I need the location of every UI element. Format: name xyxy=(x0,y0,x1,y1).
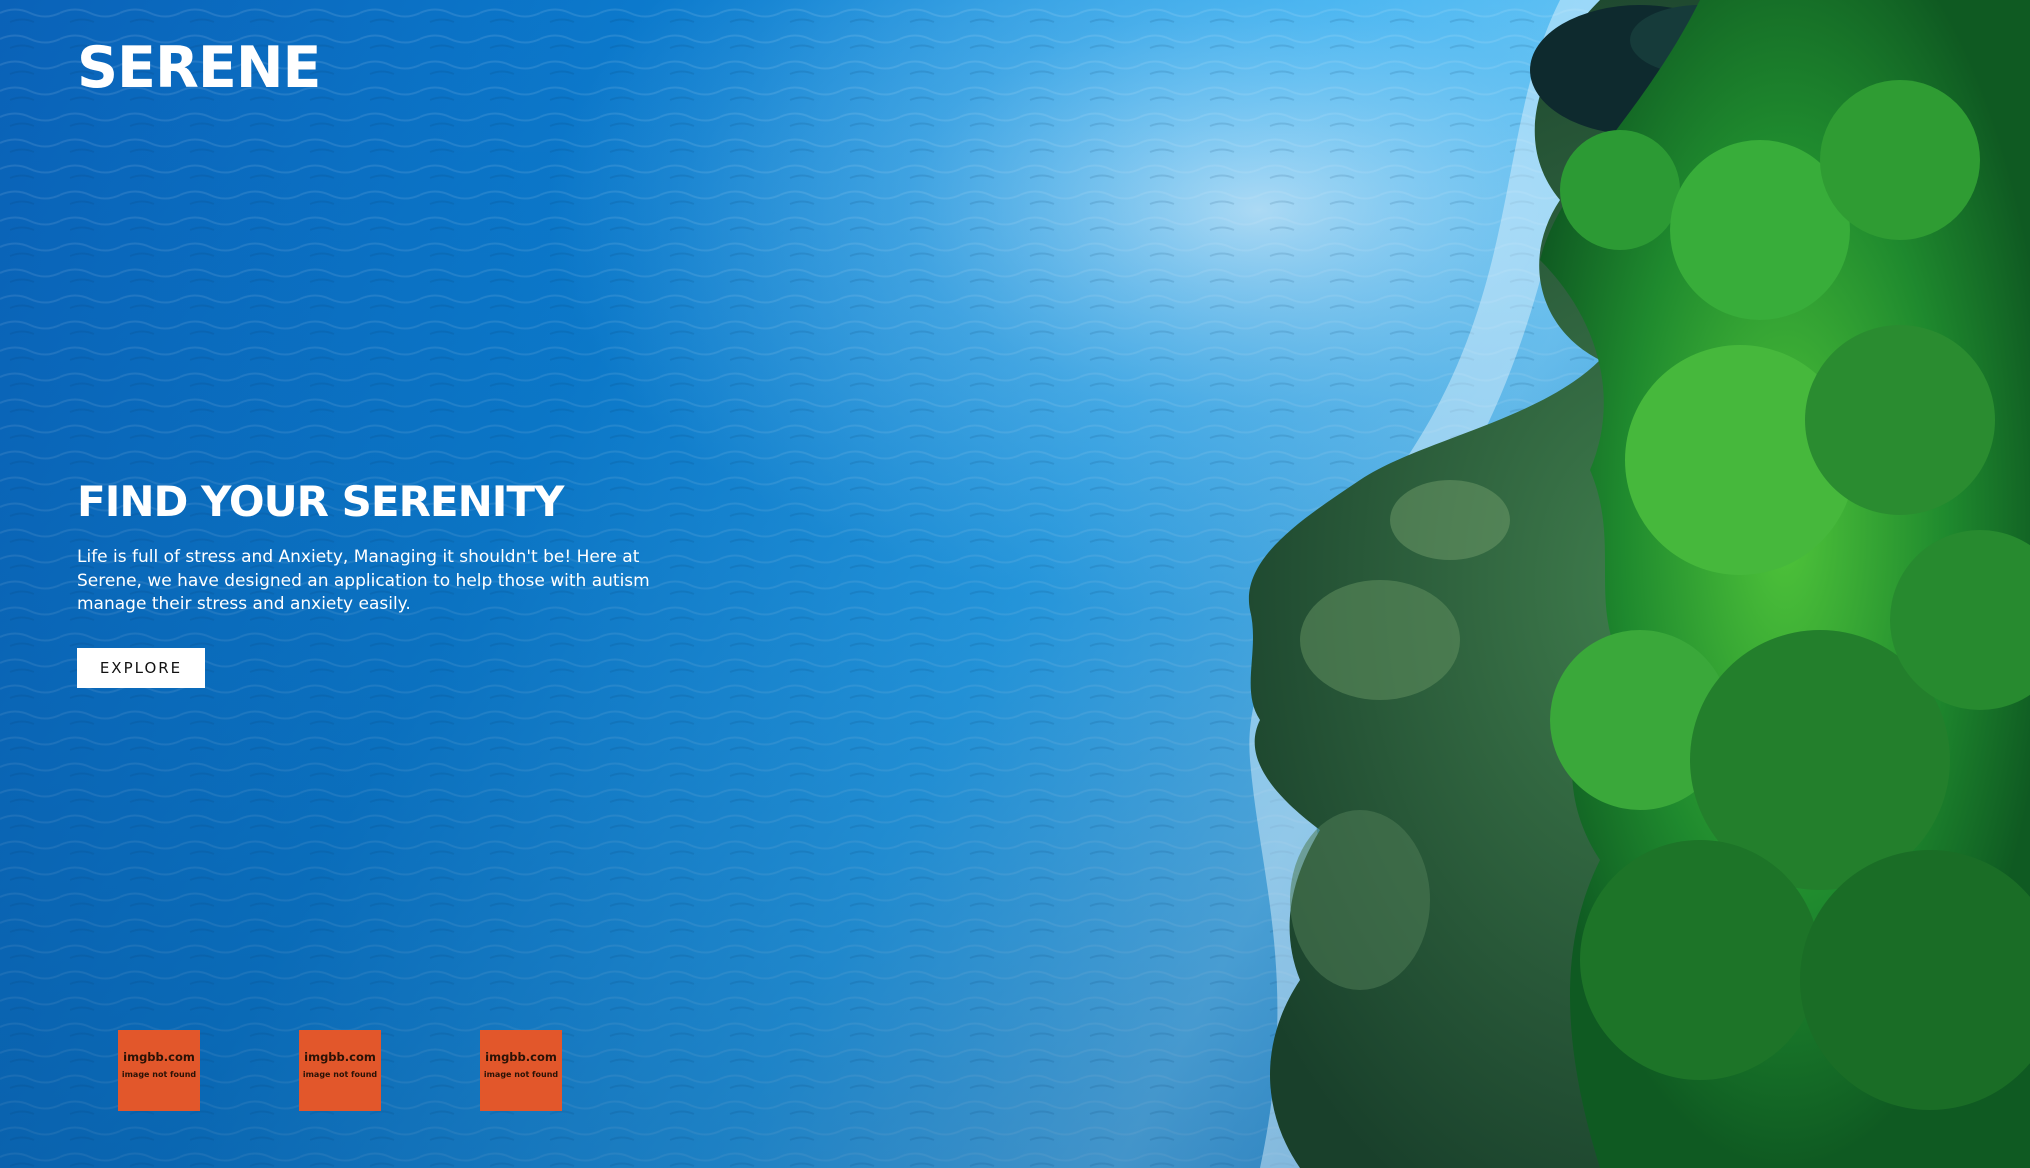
thumbnail-brand: imgbb.com xyxy=(123,1050,195,1064)
hero-content: FIND YOUR SERENITY Life is full of stres… xyxy=(77,477,717,688)
hero-headline: FIND YOUR SERENITY xyxy=(77,477,564,526)
thumbnail-brand: imgbb.com xyxy=(485,1050,557,1064)
thumbnail-note: image not found xyxy=(121,1070,197,1079)
thumbnail-note: image not found xyxy=(483,1070,559,1079)
thumbnail-placeholder[interactable]: imgbb.com image not found xyxy=(480,1030,562,1111)
thumbnail-note: image not found xyxy=(302,1070,378,1079)
hero-section: SERENE FIND YOUR SERENITY Life is full o… xyxy=(0,0,2030,1168)
explore-button[interactable]: EXPLORE xyxy=(77,647,205,688)
thumbnail-placeholder[interactable]: imgbb.com image not found xyxy=(118,1030,200,1111)
thumbnail-placeholder[interactable]: imgbb.com image not found xyxy=(299,1030,381,1111)
logo[interactable]: SERENE xyxy=(77,40,321,97)
hero-description: Life is full of stress and Anxiety, Mana… xyxy=(77,547,650,615)
thumbnail-brand: imgbb.com xyxy=(304,1050,376,1064)
